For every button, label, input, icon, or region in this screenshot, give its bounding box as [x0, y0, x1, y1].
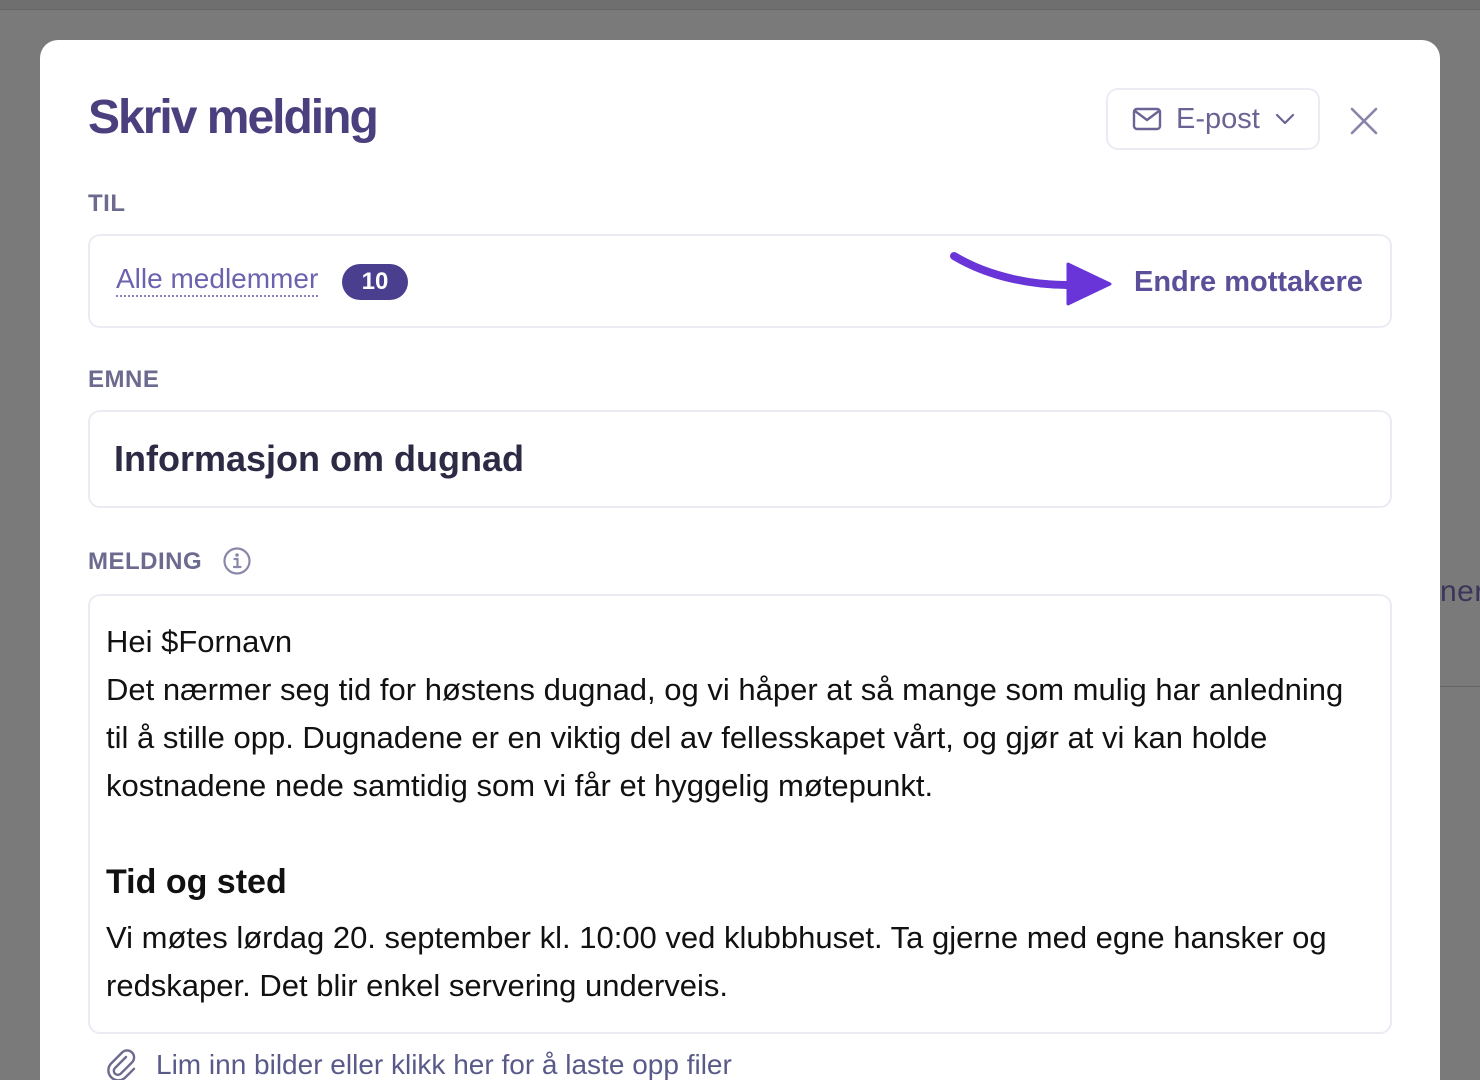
- modal-title: Skriv melding: [88, 91, 379, 144]
- channel-select-value: E-post: [1176, 102, 1260, 135]
- upload-files-label: Lim inn bilder eller klikk her for å las…: [156, 1049, 732, 1080]
- change-recipients-button[interactable]: Endre mottakere: [1134, 266, 1363, 299]
- close-icon: [1350, 107, 1378, 135]
- recipients-link[interactable]: Alle medlemmer: [116, 263, 319, 297]
- mail-icon: [1132, 107, 1162, 131]
- message-editor[interactable]: Hei $Fornavn Det nærmer seg tid for høst…: [88, 594, 1392, 1034]
- background-text: ner: [1440, 575, 1480, 608]
- recipients-count-badge: 10: [342, 264, 408, 300]
- info-icon[interactable]: [222, 546, 252, 576]
- arrow-annotation-icon: [950, 252, 1112, 306]
- message-intro-paragraph: Det nærmer seg tid for høstens dugnad, o…: [106, 672, 1344, 803]
- close-button[interactable]: [1340, 102, 1388, 140]
- background-divider: [1440, 686, 1480, 687]
- message-details-paragraph: Vi møtes lørdag 20. september kl. 10:00 …: [106, 920, 1327, 1003]
- background-top-bar: [0, 0, 1480, 10]
- upload-files-button[interactable]: Lim inn bilder eller klikk her for å las…: [104, 1048, 732, 1080]
- recipients-field: Alle medlemmer 10 Endre mottakere: [88, 234, 1392, 328]
- subject-label: EMNE: [88, 366, 160, 393]
- message-heading: Tid og sted: [106, 863, 287, 901]
- subject-field[interactable]: Informasjon om dugnad: [88, 410, 1392, 508]
- compose-message-modal: Skriv melding E-post TIL Alle medlemmer …: [40, 40, 1440, 1080]
- to-label: TIL: [88, 190, 126, 217]
- message-label: MELDING: [88, 548, 203, 575]
- chevron-down-icon: [1275, 113, 1294, 125]
- message-greeting: Hei $Fornavn: [106, 624, 293, 659]
- channel-select[interactable]: E-post: [1106, 88, 1320, 150]
- paperclip-icon: [107, 1049, 136, 1080]
- subject-input[interactable]: Informasjon om dugnad: [114, 438, 524, 480]
